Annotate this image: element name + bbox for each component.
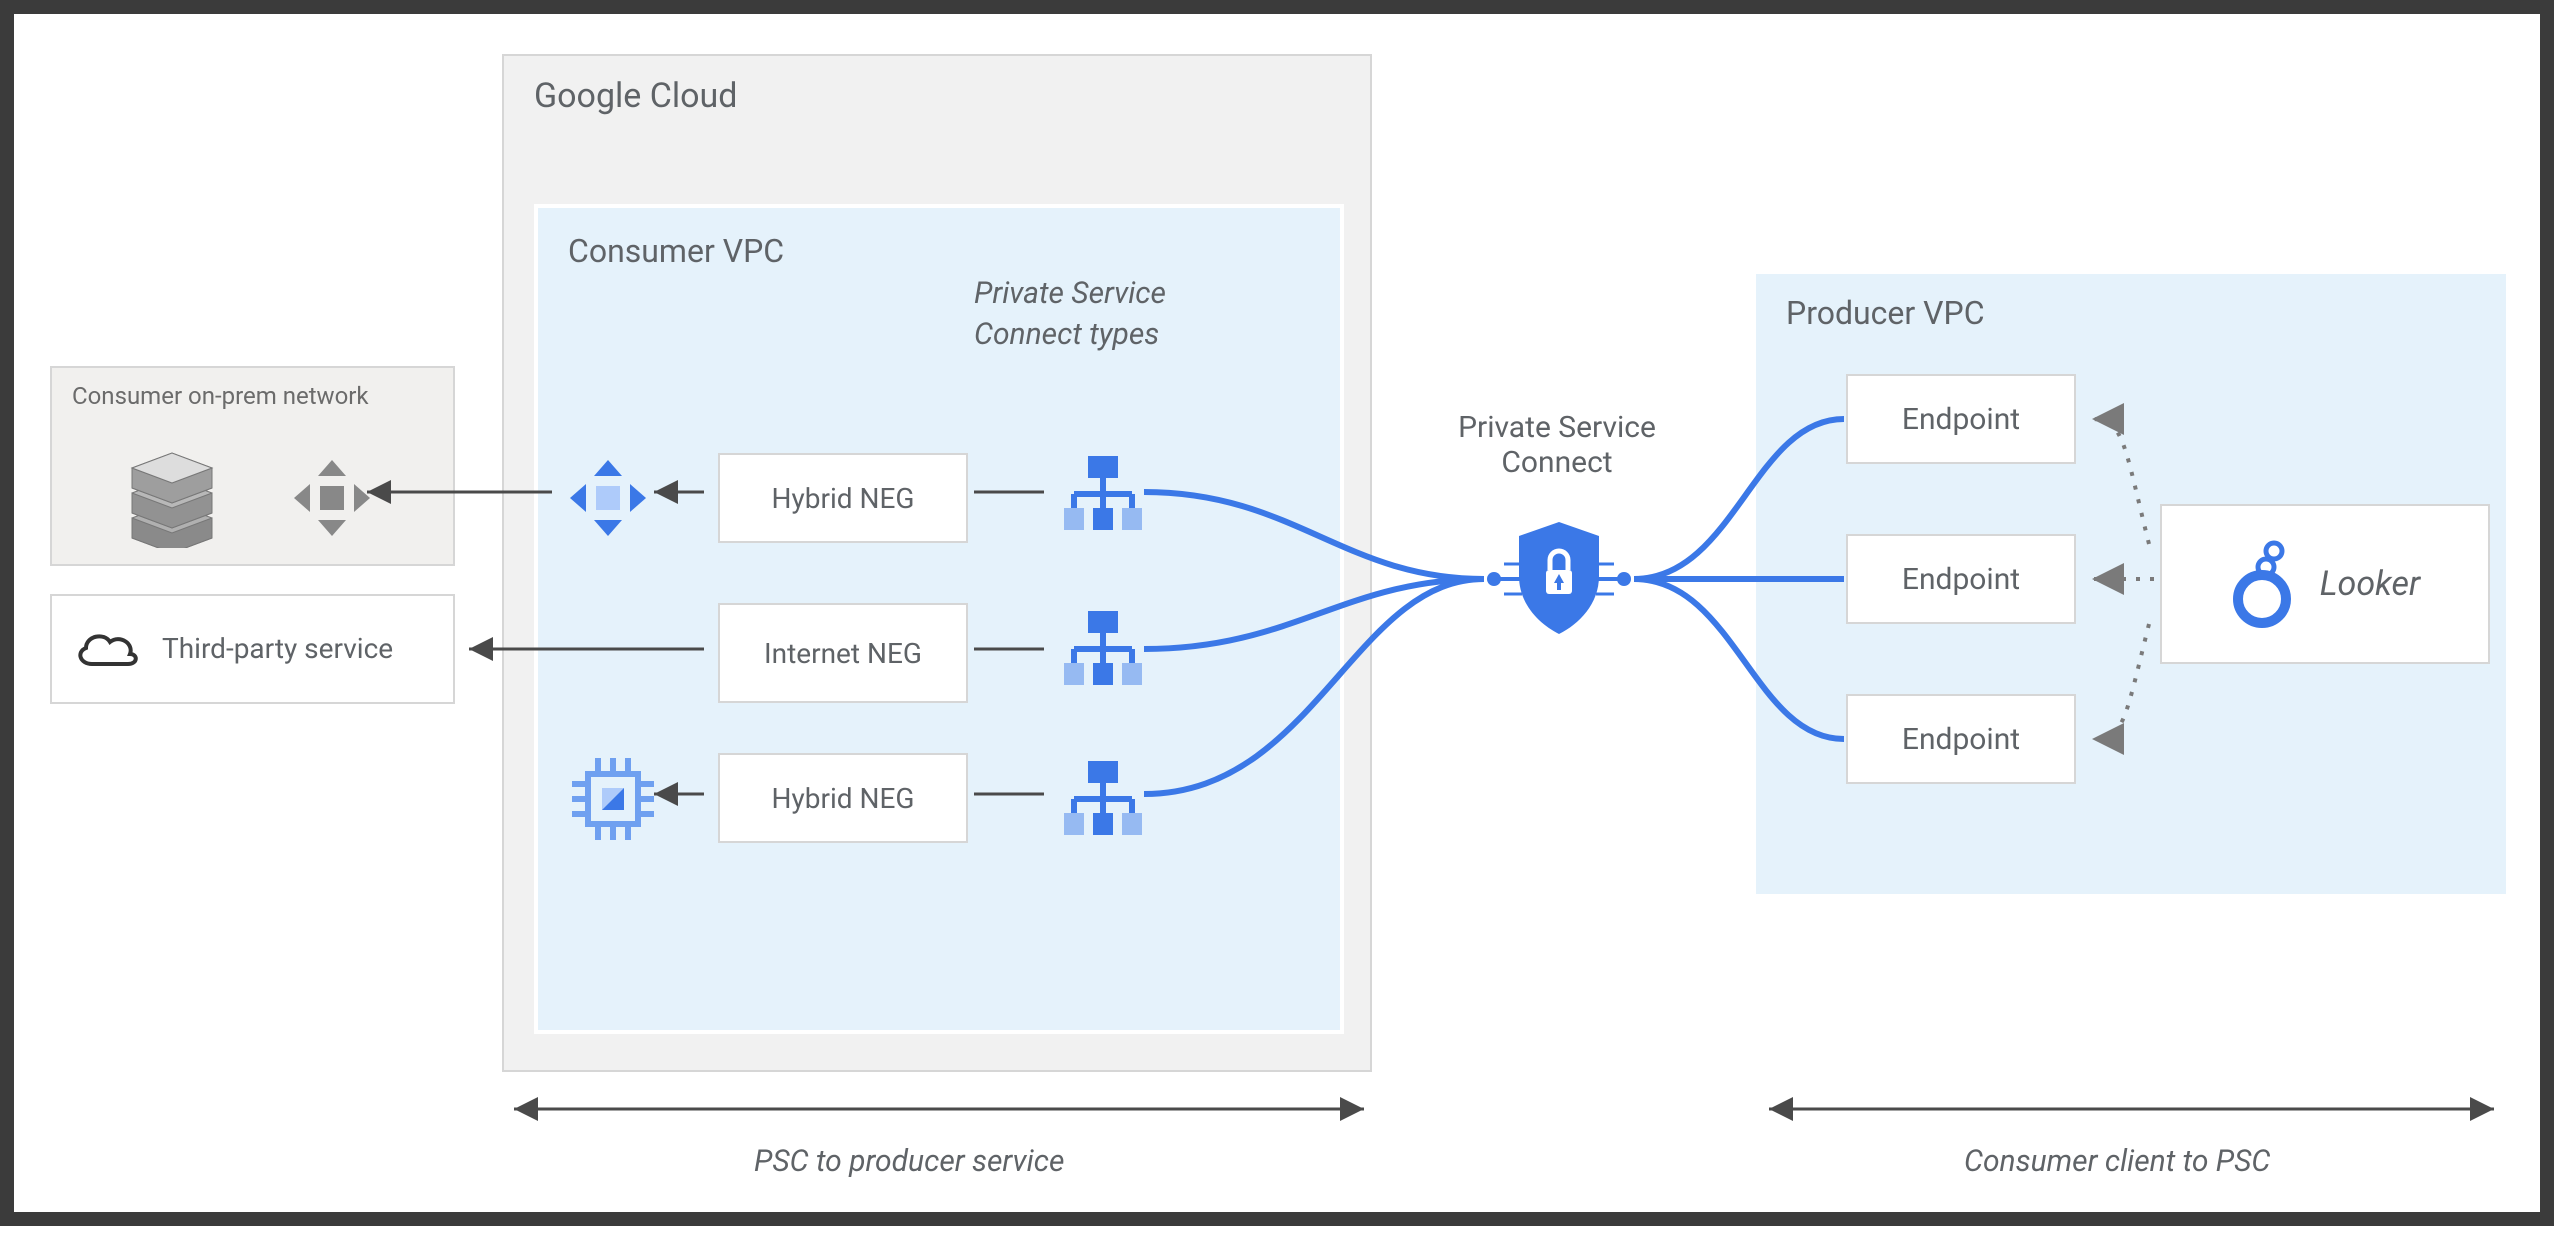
looker-icon (2230, 539, 2300, 629)
psc-label: Private Service Connect (1417, 410, 1697, 480)
hybrid-neg-box-2: Hybrid NEG (718, 753, 968, 843)
network-arrows-blue-icon (568, 458, 648, 538)
third-party-service-box: Third-party service (50, 594, 455, 704)
looker-label: Looker (2320, 564, 2420, 604)
endpoint-box-1: Endpoint (1846, 374, 2076, 464)
load-balancer-icon-3 (1058, 753, 1148, 843)
chip-icon (568, 754, 658, 844)
endpoint-box-3: Endpoint (1846, 694, 2076, 784)
bottom-label-right: Consumer client to PSC (1964, 1144, 2270, 1179)
psc-shield-icon (1484, 504, 1634, 654)
server-icon (122, 438, 222, 548)
onprem-network-box: Consumer on-prem network (50, 366, 455, 566)
network-arrows-grey-icon (292, 458, 372, 538)
google-cloud-box: Google Cloud Consumer VPC (502, 54, 1372, 1072)
diagram-frame: Consumer on-prem network (0, 0, 2554, 1226)
hybrid-neg-box-1: Hybrid NEG (718, 453, 968, 543)
endpoint-box-2: Endpoint (1846, 534, 2076, 624)
producer-vpc-title: Producer VPC (1786, 294, 1985, 332)
third-party-label: Third-party service (162, 631, 393, 667)
cloud-icon (72, 624, 142, 674)
looker-box: Looker (2160, 504, 2490, 664)
load-balancer-icon-2 (1058, 603, 1148, 693)
load-balancer-icon-1 (1058, 448, 1148, 538)
onprem-title: Consumer on-prem network (72, 382, 369, 410)
google-cloud-title: Google Cloud (534, 76, 737, 116)
internet-neg-box: Internet NEG (718, 603, 968, 703)
consumer-vpc-title: Consumer VPC (568, 232, 784, 270)
bottom-label-left: PSC to producer service (754, 1144, 1064, 1179)
psc-types-label: Private Service Connect types (974, 274, 1274, 355)
